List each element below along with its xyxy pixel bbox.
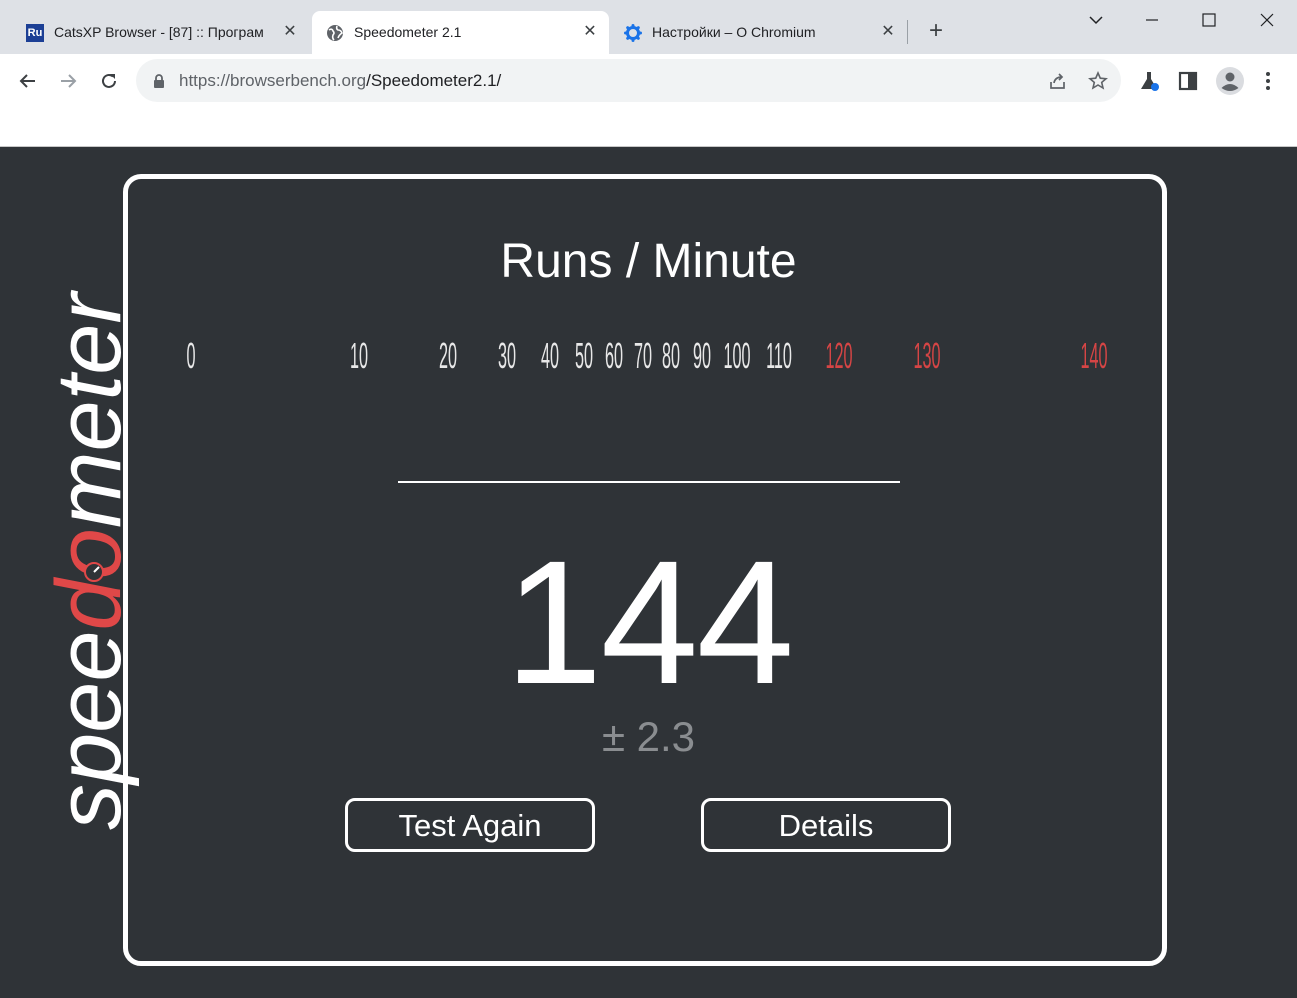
back-arrow-icon[interactable] (15, 68, 41, 94)
side-panel-icon[interactable] (1175, 68, 1201, 94)
test-again-button[interactable]: Test Again (345, 798, 595, 852)
details-button[interactable]: Details (701, 798, 951, 852)
url-host: https://browserbench.org (179, 71, 367, 90)
gauge-label: 70 (634, 336, 652, 376)
globe-icon (327, 25, 343, 41)
tab-catsxp[interactable]: Ru CatsXP Browser - [87] :: Програм ✕ (12, 11, 308, 54)
gauge-label: 100 (723, 336, 750, 376)
tab-strip: Ru CatsXP Browser - [87] :: Програм ✕ Sp… (0, 0, 1297, 54)
tab-title: CatsXP Browser - [87] :: Програм (54, 24, 264, 40)
browser-toolbar: https://browserbench.org/Speedometer2.1/ (0, 54, 1297, 108)
url-text[interactable]: https://browserbench.org/Speedometer2.1/ (179, 71, 501, 91)
gauge-label: 50 (575, 336, 593, 376)
speed-gauge: 0 10 20 30 40 50 60 70 80 90 100 110 120 130 140 (186, 336, 1107, 376)
gauge-divider (398, 481, 900, 483)
bookmark-star-icon[interactable] (1087, 70, 1109, 92)
lock-icon[interactable] (148, 70, 170, 92)
tab-settings[interactable]: Настройки – О Chromium ✕ (610, 11, 906, 54)
labs-flask-icon[interactable] (1136, 68, 1162, 94)
gauge-label: 20 (439, 336, 457, 376)
address-bar[interactable]: https://browserbench.org/Speedometer2.1/ (136, 59, 1121, 102)
gauge-label: 30 (498, 336, 516, 376)
gauge-label: 90 (693, 336, 711, 376)
close-window-icon[interactable] (1252, 6, 1282, 34)
gauge-label: 10 (350, 336, 368, 376)
tab-title: Настройки – О Chromium (652, 24, 816, 40)
gauge-label: 40 (541, 336, 559, 376)
tab-search-chevron-down-icon[interactable] (1081, 6, 1111, 34)
score-value: 144 (504, 525, 795, 721)
menu-kebab-icon[interactable] (1255, 68, 1281, 94)
tab-close-icon[interactable]: ✕ (280, 22, 300, 42)
gauge-label: 60 (605, 336, 623, 376)
gauge-label: 80 (662, 336, 680, 376)
minimize-icon[interactable] (1137, 6, 1167, 34)
toolbar-spacer (0, 108, 1297, 147)
url-path: /Speedometer2.1/ (366, 71, 502, 90)
page-heading: Runs / Minute (500, 235, 797, 288)
tab-close-icon[interactable]: ✕ (878, 22, 898, 42)
ru-favicon-icon: Ru (26, 24, 44, 42)
score-margin: ± 2.3 (601, 713, 696, 760)
gauge-label: 130 (913, 336, 940, 376)
maximize-icon[interactable] (1194, 6, 1224, 34)
gauge-label: 110 (766, 336, 792, 376)
gauge-label: 140 (1080, 336, 1107, 376)
tab-close-icon[interactable]: ✕ (580, 22, 600, 42)
tab-separator (907, 20, 908, 44)
gear-icon (624, 24, 642, 42)
new-tab-plus-icon[interactable]: + (924, 19, 948, 44)
profile-avatar-icon[interactable] (1215, 66, 1245, 96)
reload-icon[interactable] (96, 68, 122, 94)
tab-title: Speedometer 2.1 (354, 24, 462, 40)
tab-speedometer[interactable]: Speedometer 2.1 ✕ (312, 11, 609, 54)
share-icon[interactable] (1047, 70, 1069, 92)
gauge-label: 0 (186, 336, 195, 376)
gauge-label: 120 (825, 336, 852, 376)
forward-arrow-icon[interactable] (55, 68, 81, 94)
